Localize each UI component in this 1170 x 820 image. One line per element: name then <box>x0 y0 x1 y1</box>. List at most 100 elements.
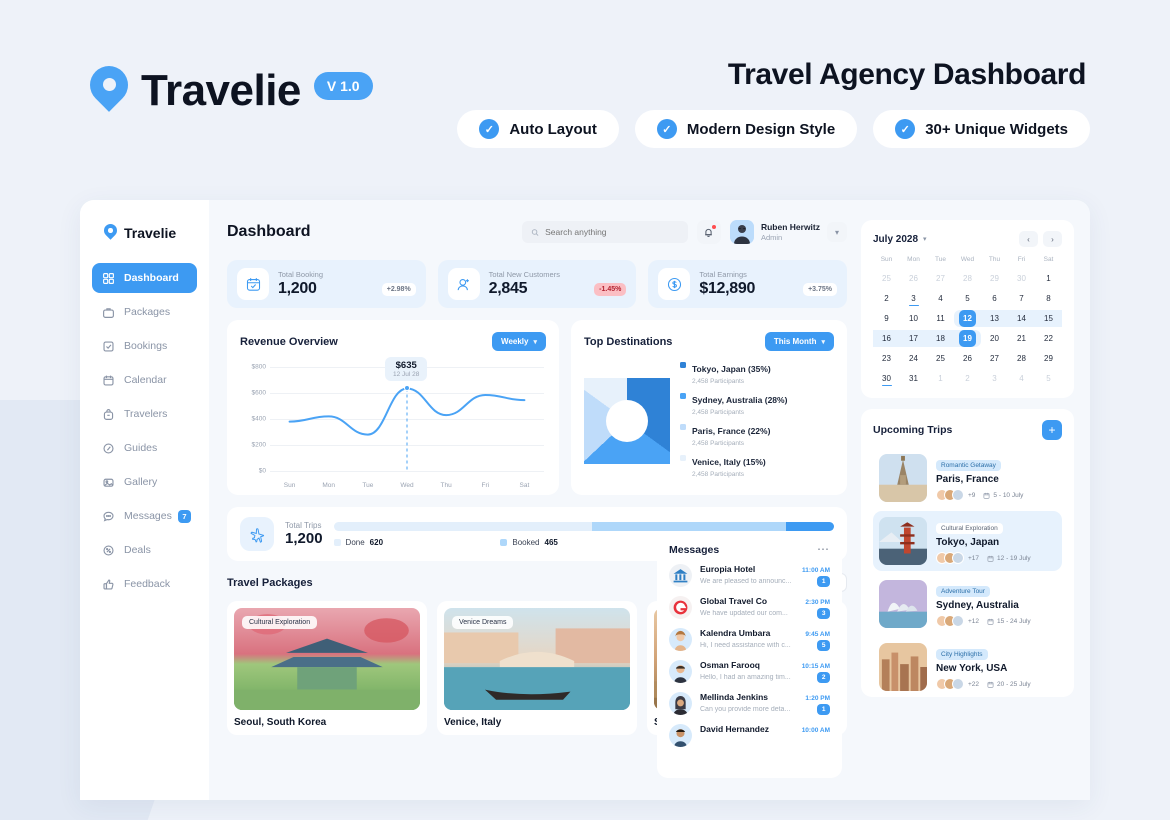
location-pin-icon <box>82 58 136 116</box>
calendar-day[interactable]: 26 <box>954 350 981 367</box>
calendar-day[interactable]: 28 <box>954 270 981 287</box>
calendar-day[interactable]: 4 <box>927 290 954 307</box>
topbar: Dashboard Ruben <box>227 220 847 244</box>
sidebar-item-deals[interactable]: Deals <box>92 535 197 565</box>
calendar-day[interactable]: 3 <box>981 370 1008 387</box>
calendar-day[interactable]: 15 <box>1035 310 1062 327</box>
calendar-day[interactable]: 31 <box>900 370 927 387</box>
calendar-day[interactable]: 5 <box>1035 370 1062 387</box>
calendar-day-selected: 12 <box>959 310 976 327</box>
calendar-next-button[interactable]: › <box>1043 231 1062 247</box>
sidebar-item-label: Feedback <box>124 578 171 590</box>
notifications-button[interactable] <box>696 220 721 244</box>
sidebar-item-travelers[interactable]: Travelers <box>92 399 197 429</box>
calendar-day[interactable]: 27 <box>927 270 954 287</box>
message-item[interactable]: Osman Farooq 10:15 AM Hello, I had an am… <box>669 660 830 683</box>
calendar-day[interactable]: 7 <box>1008 290 1035 307</box>
calendar-day[interactable]: 22 <box>1035 330 1062 347</box>
message-time: 1:20 PM <box>805 695 830 702</box>
check-icon: ✓ <box>479 119 500 139</box>
user-menu[interactable]: Ruben Herwitz Admin ▾ <box>729 220 847 244</box>
calendar-day[interactable]: 17 <box>900 330 927 347</box>
package-card[interactable]: Cultural Exploration Seoul, South Korea <box>227 601 427 735</box>
trip-participants: +9 <box>936 489 975 501</box>
calendar-day[interactable]: 23 <box>873 350 900 367</box>
calendar-day[interactable]: 10 <box>900 310 927 327</box>
calendar-day[interactable]: 8 <box>1035 290 1062 307</box>
calendar-day[interactable]: 3 <box>900 290 927 307</box>
revenue-tooltip-date: 12 Jul 28 <box>393 371 420 378</box>
sidebar-nav: Dashboard Packages Bookings Calendar Tra… <box>80 263 209 599</box>
promo-title: Travel Agency Dashboard <box>727 58 1087 91</box>
calendar-day[interactable]: 12 <box>954 310 981 327</box>
upcoming-trip-item[interactable]: City Highlights New York, USA +22 20 - 2… <box>873 637 1062 697</box>
message-item[interactable]: Global Travel Co 2:30 PM We have updated… <box>669 596 830 619</box>
chevron-down-icon: ▾ <box>923 236 927 243</box>
sidebar-item-feedback[interactable]: Feedback <box>92 569 197 599</box>
calendar-day[interactable]: 30 <box>873 370 900 387</box>
calendar-day[interactable]: 18 <box>927 330 954 347</box>
calendar-day[interactable]: 29 <box>1035 350 1062 367</box>
revenue-range-label: Weekly <box>501 337 529 346</box>
trips-legend-label: Done <box>345 537 365 547</box>
sidebar-item-bookings[interactable]: Bookings <box>92 331 197 361</box>
calendar-prev-button[interactable]: ‹ <box>1019 231 1038 247</box>
revenue-range-select[interactable]: Weekly ▾ <box>492 332 546 351</box>
calendar-day[interactable]: 14 <box>1008 310 1035 327</box>
sidebar-item-packages[interactable]: Packages <box>92 297 197 327</box>
sidebar-item-guides[interactable]: Guides <box>92 433 197 463</box>
calendar-day[interactable]: 13 <box>981 310 1008 327</box>
sidebar-item-gallery[interactable]: Gallery <box>92 467 197 497</box>
package-card[interactable]: Venice Dreams Venice, Italy <box>437 601 637 735</box>
participant-avatar <box>952 489 964 501</box>
calendar-day[interactable]: 27 <box>981 350 1008 367</box>
trip-image <box>879 580 927 628</box>
upcoming-trip-item[interactable]: Cultural Exploration Tokyo, Japan +17 12… <box>873 511 1062 571</box>
destinations-title: Top Destinations <box>584 335 673 348</box>
calendar-day[interactable]: 1 <box>1035 270 1062 287</box>
calendar-day[interactable]: 4 <box>1008 370 1035 387</box>
calendar-day[interactable]: 16 <box>873 330 900 347</box>
message-item[interactable]: David Hernandez 10:00 AM <box>669 724 830 747</box>
calendar-day[interactable]: 29 <box>981 270 1008 287</box>
search-input[interactable] <box>545 227 679 237</box>
destinations-range-select[interactable]: This Month ▾ <box>764 332 834 351</box>
chevron-down-icon[interactable]: ▾ <box>827 222 847 242</box>
calendar-day[interactable]: 1 <box>927 370 954 387</box>
calendar-day[interactable]: 21 <box>1008 330 1035 347</box>
sidebar-item-calendar[interactable]: Calendar <box>92 365 197 395</box>
calendar-day[interactable]: 25 <box>873 270 900 287</box>
message-item[interactable]: Mellinda Jenkins 1:20 PM Can you provide… <box>669 692 830 715</box>
calendar-day[interactable]: 2 <box>954 370 981 387</box>
backpack-icon <box>102 408 115 421</box>
calendar-day[interactable]: 11 <box>927 310 954 327</box>
sidebar-item-dashboard[interactable]: Dashboard <box>92 263 197 293</box>
legend-label: Paris, France (22%) <box>692 426 771 436</box>
messages-more-button[interactable]: ⋯ <box>817 543 830 555</box>
calendar-day[interactable]: 5 <box>954 290 981 307</box>
package-name: Seoul, South Korea <box>234 717 327 728</box>
upcoming-trip-item[interactable]: Romantic Getaway Paris, France +9 5 - 10… <box>873 448 1062 508</box>
upcoming-trip-item[interactable]: Adventure Tour Sydney, Australia +12 15 … <box>873 574 1062 634</box>
calendar-day[interactable]: 28 <box>1008 350 1035 367</box>
feature-pill-label: Auto Layout <box>509 120 597 138</box>
calendar-month-select[interactable]: July 2028 ▾ <box>873 234 927 245</box>
calendar-day[interactable]: 19 <box>954 330 981 347</box>
search-box[interactable] <box>521 221 688 243</box>
calendar-day[interactable]: 25 <box>927 350 954 367</box>
stat-delta: +3.75% <box>803 282 838 296</box>
message-avatar <box>669 596 692 619</box>
message-item[interactable]: Kalendra Umbara 9:45 AM Hi, I need assis… <box>669 628 830 651</box>
calendar-day[interactable]: 6 <box>981 290 1008 307</box>
calendar-day[interactable]: 20 <box>981 330 1008 347</box>
calendar-day[interactable]: 9 <box>873 310 900 327</box>
add-trip-button[interactable]: + <box>1042 420 1062 440</box>
calendar-dow: Thu <box>988 256 1001 263</box>
calendar-day[interactable]: 30 <box>1008 270 1035 287</box>
page-title: Dashboard <box>227 223 311 240</box>
calendar-day[interactable]: 24 <box>900 350 927 367</box>
sidebar-item-messages[interactable]: Messages 7 <box>92 501 197 531</box>
calendar-day[interactable]: 26 <box>900 270 927 287</box>
message-item[interactable]: Europia Hotel 11:00 AM We are pleased to… <box>669 564 830 587</box>
calendar-day[interactable]: 2 <box>873 290 900 307</box>
